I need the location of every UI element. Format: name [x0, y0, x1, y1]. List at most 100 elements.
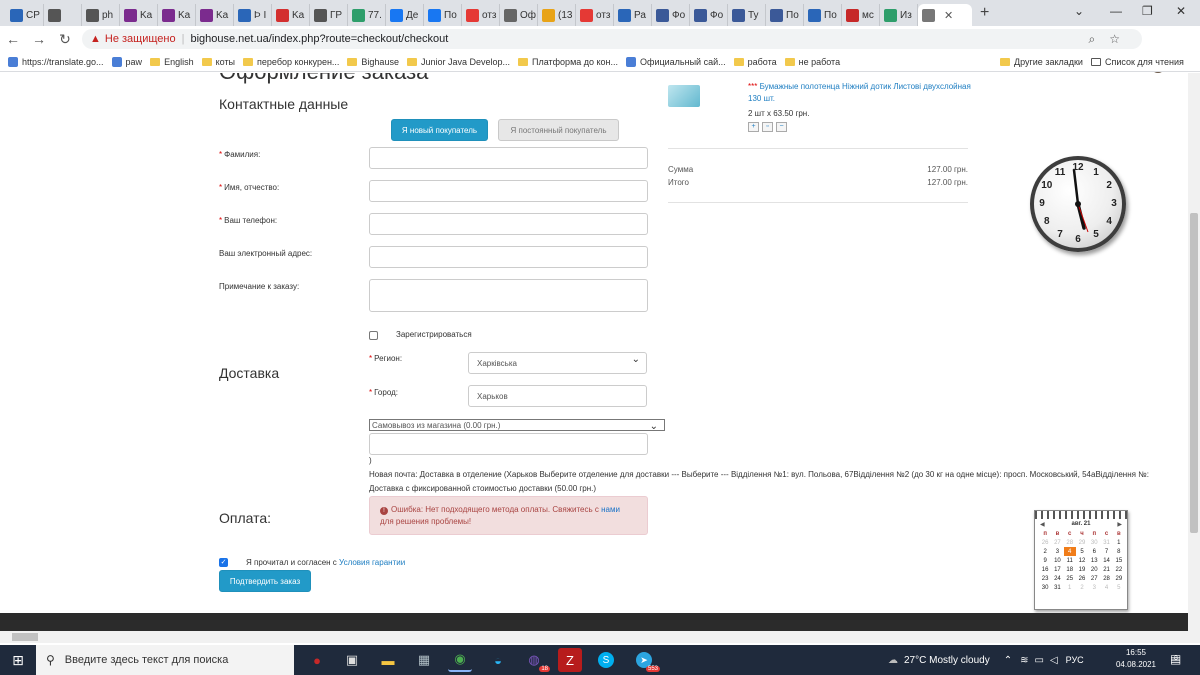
email-input[interactable]: [369, 246, 648, 268]
weather-text[interactable]: 27°C Mostly cloudy: [904, 655, 990, 666]
calendar-day[interactable]: 28: [1064, 538, 1076, 547]
qty-minus-icon[interactable]: −: [776, 122, 787, 132]
calendar-day[interactable]: 31: [1051, 583, 1063, 592]
url-text[interactable]: bighouse.net.ua/index.php?route=checkout…: [190, 33, 448, 45]
forward-icon[interactable]: →: [26, 31, 52, 47]
calendar-day[interactable]: 31: [1100, 538, 1112, 547]
calendar-gadget[interactable]: ◀ авг. 21 ▶ п в с ч п с в 26 27 28 29 30 31 1 2 3 4 5 6 7 8 9…: [1034, 510, 1128, 610]
browser-tab[interactable]: (13: [538, 4, 576, 26]
calendar-today[interactable]: 4: [1063, 547, 1076, 556]
taskbar-clock[interactable]: 16:55 04.08.2021: [1112, 647, 1160, 671]
bookmark-item[interactable]: Официальный сай...: [626, 56, 726, 67]
calendar-day[interactable]: 26: [1039, 538, 1051, 547]
calendar-day[interactable]: 30: [1039, 583, 1051, 592]
browser-tab[interactable]: 77.: [348, 4, 386, 26]
language-indicator[interactable]: РУС: [1066, 655, 1084, 665]
browser-tab[interactable]: По: [424, 4, 462, 26]
restore-icon[interactable]: ❐: [1142, 4, 1153, 18]
city-input[interactable]: Харьков: [468, 385, 647, 407]
calendar-next-icon[interactable]: ▶: [1117, 521, 1122, 528]
browser-tab[interactable]: Ka: [272, 4, 310, 26]
bookmark-item[interactable]: Junior Java Develop...: [406, 57, 510, 67]
warning-icon[interactable]: ▲: [90, 33, 101, 45]
product-thumbnail[interactable]: [668, 85, 700, 107]
bookmark-item[interactable]: коты: [201, 57, 235, 67]
register-checkbox[interactable]: [369, 331, 378, 340]
calendar-day[interactable]: 15: [1113, 556, 1125, 565]
calendar-day[interactable]: 13: [1088, 556, 1100, 565]
browser-tab[interactable]: отз: [462, 4, 500, 26]
telegram-icon[interactable]: ➤ 553: [632, 648, 660, 672]
bookmark-item[interactable]: не работа: [784, 57, 840, 67]
calendar-day[interactable]: 25: [1064, 574, 1076, 583]
calendar-day[interactable]: 7: [1100, 547, 1112, 556]
new-customer-button[interactable]: Я новый покупатель: [391, 119, 488, 141]
browser-tab[interactable]: Из: [880, 4, 918, 26]
calendar-day[interactable]: 29: [1076, 538, 1088, 547]
battery-icon[interactable]: ▭: [1034, 655, 1043, 666]
calendar-day[interactable]: 27: [1088, 574, 1100, 583]
horizontal-scrollbar[interactable]: [0, 631, 1200, 643]
horizontal-scroll-thumb[interactable]: [12, 633, 38, 641]
calendar-day[interactable]: 5: [1113, 583, 1125, 592]
calendar-day[interactable]: 6: [1088, 547, 1100, 556]
browser-tab[interactable]: По: [804, 4, 842, 26]
calendar-day[interactable]: 29: [1113, 574, 1125, 583]
notification-icon[interactable]: ▤ 8: [1170, 652, 1181, 666]
tab-search-icon[interactable]: ⌄: [1074, 4, 1084, 18]
calendar-day[interactable]: 30: [1088, 538, 1100, 547]
calendar-day[interactable]: 27: [1051, 538, 1063, 547]
confirm-order-button[interactable]: Подтвердить заказ: [219, 570, 311, 592]
tab-close-icon[interactable]: ✕: [944, 9, 953, 22]
calculator-icon[interactable]: ▦: [412, 648, 436, 672]
comment-textarea[interactable]: [369, 279, 648, 312]
tab-active[interactable]: ✕: [918, 4, 972, 26]
bookmark-item[interactable]: Платформа до кон...: [518, 57, 618, 67]
bookmark-item[interactable]: работа: [733, 57, 777, 67]
browser-tab[interactable]: отз: [576, 4, 614, 26]
bookmark-item[interactable]: English: [150, 57, 194, 67]
filezilla-icon[interactable]: Z: [558, 648, 582, 672]
calendar-day[interactable]: 11: [1064, 556, 1076, 565]
shipping-method-select[interactable]: Самовывоз из магазина (0.00 грн.): [369, 419, 665, 432]
bookmark-item[interactable]: https://translate.go...: [8, 56, 104, 67]
calendar-day[interactable]: 14: [1100, 556, 1112, 565]
browser-tab[interactable]: ГР: [310, 4, 348, 26]
browser-tab[interactable]: Ka: [196, 4, 234, 26]
calendar-day[interactable]: 28: [1100, 574, 1112, 583]
new-tab-button[interactable]: +: [980, 4, 989, 22]
calendar-day[interactable]: 1: [1064, 583, 1076, 592]
browser-tab[interactable]: CP: [6, 4, 44, 26]
calendar-day[interactable]: 12: [1076, 556, 1088, 565]
browser-tab[interactable]: Ту: [728, 4, 766, 26]
calendar-day[interactable]: 5: [1076, 547, 1088, 556]
calendar-day[interactable]: 1: [1113, 538, 1125, 547]
warranty-link[interactable]: Условия гарантии: [339, 558, 405, 567]
browser-tab[interactable]: Де: [386, 4, 424, 26]
chrome-icon[interactable]: ◉: [448, 648, 472, 672]
cherry-app-icon[interactable]: ●: [305, 648, 329, 672]
calendar-day[interactable]: 18: [1064, 565, 1076, 574]
viber-icon[interactable]: ◍ 18: [522, 648, 550, 672]
speaker-icon[interactable]: ◁: [1050, 655, 1058, 666]
calendar-day[interactable]: 24: [1051, 574, 1063, 583]
calendar-day[interactable]: 19: [1076, 565, 1088, 574]
browser-tab[interactable]: Фо: [652, 4, 690, 26]
calendar-day[interactable]: 2: [1039, 547, 1051, 556]
product-name[interactable]: *** Бумажные полотенца Ніжний дотик Лист…: [748, 81, 978, 105]
calendar-day[interactable]: 23: [1039, 574, 1051, 583]
browser-tab[interactable]: мс: [842, 4, 880, 26]
region-select[interactable]: Харківська: [468, 352, 647, 374]
reload-icon[interactable]: ↻: [52, 31, 78, 48]
omnibox[interactable]: ▲ Не защищено | bighouse.net.ua/index.ph…: [82, 29, 1142, 49]
calendar-day[interactable]: 10: [1051, 556, 1063, 565]
calendar-day[interactable]: 17: [1051, 565, 1063, 574]
not-secure-label[interactable]: Не защищено: [105, 33, 176, 45]
remove-trash-icon[interactable]: ▫: [762, 122, 773, 132]
calendar-day[interactable]: 16: [1039, 565, 1051, 574]
firstname-input[interactable]: [369, 180, 648, 202]
calendar-day[interactable]: 21: [1100, 565, 1112, 574]
skype-icon[interactable]: S: [594, 648, 618, 672]
contact-us-link[interactable]: нами: [601, 505, 620, 514]
lastname-input[interactable]: [369, 147, 648, 169]
